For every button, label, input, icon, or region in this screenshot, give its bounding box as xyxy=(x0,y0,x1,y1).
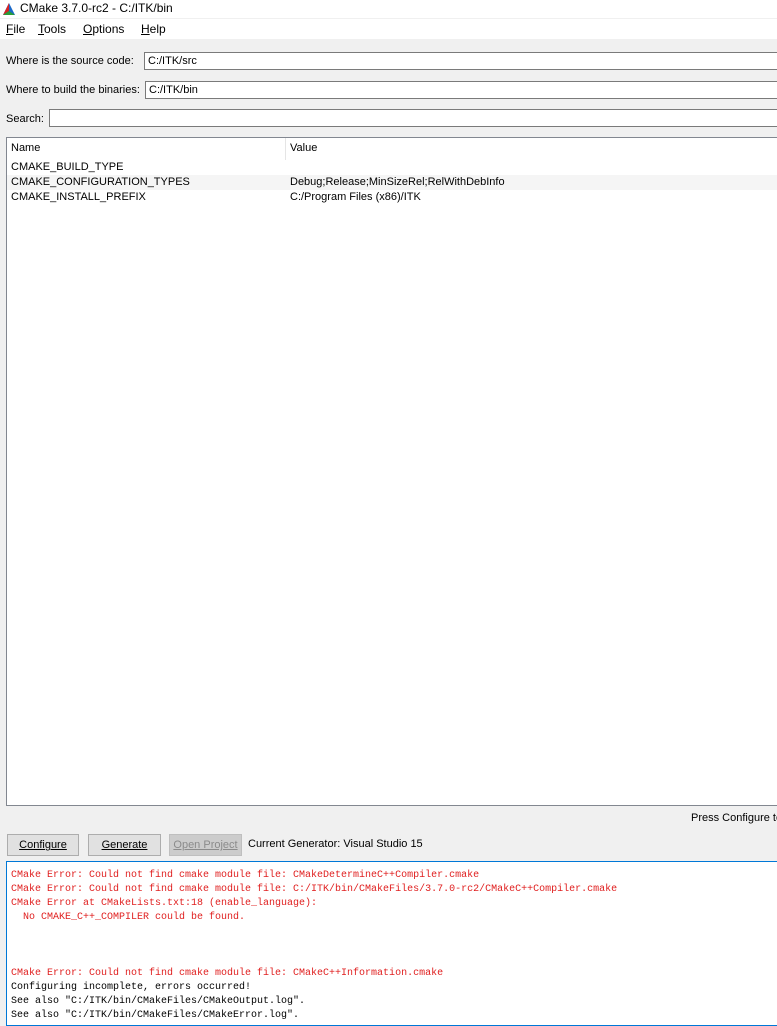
menu-file[interactable]: File xyxy=(6,22,25,36)
menu-file-rest: ile xyxy=(13,22,26,36)
log-line: CMake Error at CMakeLists.txt:18 (enable… xyxy=(11,898,318,909)
log-line: Configuring incomplete, errors occurred! xyxy=(11,982,252,993)
menu-options-mnemonic: O xyxy=(83,22,93,36)
column-header-value[interactable]: Value xyxy=(286,138,317,160)
table-row[interactable]: CMAKE_INSTALL_PREFIX C:/Program Files (x… xyxy=(7,190,777,205)
row-value[interactable]: Debug;Release;MinSizeRel;RelWithDebInfo xyxy=(290,176,505,188)
title-bar: CMake 3.7.0-rc2 - C:/ITK/bin xyxy=(0,0,777,18)
menu-bar: File Tools Options Help xyxy=(0,19,777,39)
log-line: No CMAKE_C++_COMPILER could be found. xyxy=(11,912,246,923)
row-name: CMAKE_BUILD_TYPE xyxy=(11,161,124,173)
search-label: Search: xyxy=(6,113,44,125)
menu-options-rest: ptions xyxy=(92,22,125,36)
build-path-label: Where to build the binaries: xyxy=(6,84,140,96)
table-row[interactable]: CMAKE_CONFIGURATION_TYPES Debug;Release;… xyxy=(7,175,777,190)
table-row[interactable]: CMAKE_BUILD_TYPE xyxy=(7,160,777,175)
build-path-input[interactable] xyxy=(145,81,777,99)
log-line: CMake Error: Could not find cmake module… xyxy=(11,968,444,979)
menu-tools-rest: ools xyxy=(44,22,67,36)
cmake-logo-icon xyxy=(3,3,15,15)
row-name: CMAKE_INSTALL_PREFIX xyxy=(11,191,146,203)
search-input[interactable] xyxy=(49,109,777,127)
menu-help-mnemonic: H xyxy=(141,22,150,36)
column-header-name[interactable]: Name xyxy=(7,138,40,160)
configure-hint-text: Press Configure to xyxy=(691,812,777,824)
source-path-label: Where is the source code: xyxy=(6,55,134,67)
open-project-button-label: Open Project xyxy=(173,839,238,851)
log-line: CMake Error: Could not find cmake module… xyxy=(11,884,618,895)
menu-help[interactable]: Help xyxy=(141,22,166,36)
source-path-input[interactable] xyxy=(144,52,777,70)
open-project-button[interactable]: Open Project xyxy=(169,834,242,856)
menu-tools[interactable]: Tools xyxy=(38,22,66,36)
cache-table[interactable]: Name Value CMAKE_BUILD_TYPE CMAKE_CONFIG… xyxy=(6,137,777,806)
log-line: See also "C:/ITK/bin/CMakeFiles/CMakeErr… xyxy=(11,1010,300,1021)
configure-button[interactable]: Configure xyxy=(7,834,79,856)
menu-options[interactable]: Options xyxy=(83,22,124,36)
output-log[interactable]: CMake Error: Could not find cmake module… xyxy=(6,861,777,1026)
log-line: See also "C:/ITK/bin/CMakeFiles/CMakeOut… xyxy=(11,996,306,1007)
current-generator-label: Current Generator: Visual Studio 15 xyxy=(248,838,423,850)
row-value[interactable]: C:/Program Files (x86)/ITK xyxy=(290,191,421,203)
generate-button[interactable]: Generate xyxy=(88,834,161,856)
menu-help-rest: elp xyxy=(149,22,166,36)
generate-button-label: Generate xyxy=(101,839,148,851)
configure-button-label: Configure xyxy=(19,839,67,851)
window-title: CMake 3.7.0-rc2 - C:/ITK/bin xyxy=(20,1,173,15)
log-line: CMake Error: Could not find cmake module… xyxy=(11,870,480,881)
row-name: CMAKE_CONFIGURATION_TYPES xyxy=(11,176,190,188)
